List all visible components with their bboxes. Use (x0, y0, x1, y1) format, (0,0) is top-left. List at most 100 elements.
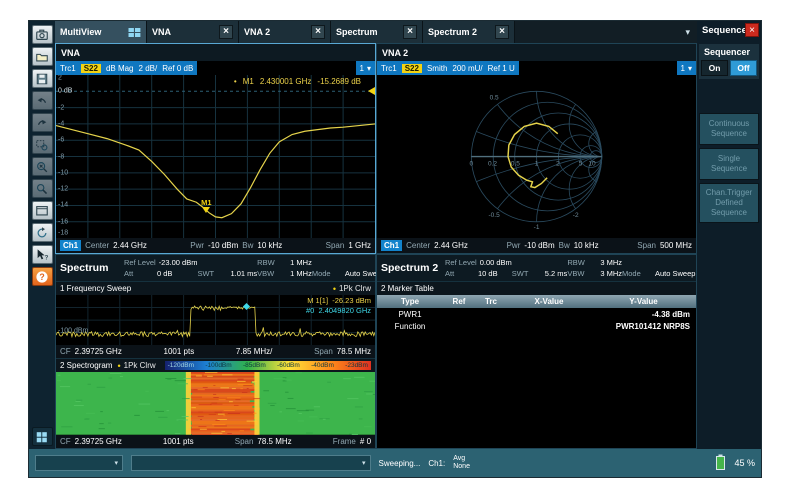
smith-label: 0.2 (488, 161, 497, 168)
span-value[interactable]: 78.5 MHz (337, 347, 371, 356)
y-tick: -2 (58, 104, 64, 111)
status-message-dropdown[interactable]: ▾ (131, 455, 371, 471)
y-tick: -4 (58, 120, 64, 127)
spectrogram-titlebar[interactable]: 2 Spectrogram • 1Pk Clrw -120dBm -100dBm… (56, 358, 375, 372)
help-icon[interactable]: ? (32, 267, 53, 286)
bandwidth-value[interactable]: 10 kHz (257, 241, 282, 250)
spectrum2-channel-header: Spectrum 2 Ref Level0.00 dBm RBW3 MHz At… (377, 255, 696, 281)
vna2-window-select[interactable]: 1 ▾ (677, 61, 696, 75)
subwindow-title: 2 Spectrogram (60, 361, 112, 370)
scale-per-div: 7.85 MHz/ (236, 347, 272, 356)
tab-spectrum2[interactable]: Spectrum 2 × (423, 21, 515, 43)
window-spectrum2[interactable]: Spectrum 2 Ref Level0.00 dBm RBW3 MHz At… (376, 254, 697, 449)
chevron-down-icon: ▾ (688, 64, 692, 73)
subwindow-title: 1 Frequency Sweep (60, 284, 131, 293)
sequencer-toggle-block: Sequencer On Off (699, 44, 759, 79)
att-value[interactable]: 0 dB (157, 269, 172, 278)
tab-vna2[interactable]: VNA 2 × (239, 21, 331, 43)
continuous-sequence-button[interactable]: Continuous Sequence (699, 113, 759, 145)
svg-text:?: ? (39, 271, 44, 281)
swt-value[interactable]: 5.2 ms (545, 269, 568, 278)
marker-table-titlebar[interactable]: 2 Marker Table (377, 281, 696, 295)
vna2-window-title: VNA 2 (377, 44, 696, 61)
frame-value[interactable]: # 0 (360, 437, 371, 446)
zoom-off-icon[interactable] (32, 157, 53, 176)
chan-trigger-defined-sequence-button[interactable]: Chan.Trigger Defined Sequence (699, 183, 759, 223)
vbw-value[interactable]: 3 MHz (600, 269, 622, 278)
table-row[interactable]: Function PWR101412 NRP8S (377, 320, 696, 332)
window-vna[interactable]: VNA Trc1 S22 dB Mag 2 dB/ Ref 0 dB 1 (55, 43, 376, 254)
ref-level-value[interactable]: -23.00 dBm (159, 258, 198, 267)
redo-icon[interactable] (32, 113, 53, 132)
spectrum-graph[interactable]: -100 dBm M 1[1] -26.23 dBm #0 2.4049820 … (56, 295, 375, 345)
svg-text:?: ? (45, 254, 49, 261)
marker-m1[interactable]: M1 (201, 199, 211, 214)
y-tick: -100 dBm (58, 328, 88, 335)
tab-close-icon[interactable]: × (311, 25, 325, 39)
display-config-icon[interactable] (32, 201, 53, 220)
table-row[interactable]: PWR1 -4.38 dBm (377, 308, 696, 320)
span-value[interactable]: 500 MHz (660, 241, 692, 250)
vna2-trace-header[interactable]: Trc1 S22 Smith 200 mU/ Ref 1 U (377, 61, 519, 75)
cf-value[interactable]: 2.39725 GHz (75, 437, 122, 446)
window-vna2[interactable]: VNA 2 Trc1 S22 Smith 200 mU/ Ref 1 U 1 (376, 43, 697, 254)
sequencer-on-button[interactable]: On (701, 60, 728, 76)
power-value[interactable]: -10 dBm (524, 241, 554, 250)
tab-vna[interactable]: VNA × (147, 21, 239, 43)
save-icon[interactable] (32, 69, 53, 88)
center-freq[interactable]: 2.44 GHz (113, 241, 147, 250)
points-value: 1001 pts (164, 347, 195, 356)
screenshot-camera-icon[interactable] (32, 25, 53, 44)
status-left-dropdown[interactable]: ▾ (35, 455, 123, 471)
bandwidth-value[interactable]: 10 kHz (574, 241, 599, 250)
spectrogram-graph[interactable] (56, 372, 375, 435)
tab-close-icon[interactable]: × (219, 25, 233, 39)
power-value[interactable]: -10 dBm (208, 241, 238, 250)
tab-overflow-button[interactable]: ▾ (678, 21, 697, 43)
windows-start-icon[interactable] (32, 427, 53, 446)
ref-level-arrow-icon[interactable] (368, 87, 375, 95)
ref-level-value[interactable]: 0.00 dBm (480, 258, 512, 267)
tab-multiview[interactable]: MultiView (55, 21, 147, 43)
trace-mode-badge: • 1Pk Clrw (117, 361, 155, 371)
vna-trace-header[interactable]: Trc1 S22 dB Mag 2 dB/ Ref 0 dB (56, 61, 197, 75)
undo-icon[interactable] (32, 91, 53, 110)
zoom-in-icon[interactable] (32, 179, 53, 198)
vna-window-select[interactable]: 1 ▾ (356, 61, 375, 75)
cf-value[interactable]: 2.39725 GHz (75, 347, 122, 356)
close-icon[interactable]: × (745, 23, 759, 37)
channel-chip[interactable]: Ch1 (60, 240, 81, 251)
single-sequence-button[interactable]: Single Sequence (699, 148, 759, 180)
rbw-value[interactable]: 3 MHz (600, 258, 622, 267)
vna-graph[interactable]: 2 0 dB -2 -4 -6 -8 -10 -12 -14 -16 -18 (56, 75, 375, 238)
open-file-icon[interactable] (32, 47, 53, 66)
sequencer-off-button[interactable]: Off (730, 60, 757, 76)
marker-dot-icon: • (234, 77, 237, 86)
sweep-mode-value[interactable]: Auto Sweep (655, 269, 695, 278)
preset-refresh-icon[interactable] (32, 223, 53, 242)
channel-title: Spectrum 2 (381, 262, 441, 274)
tab-close-icon[interactable]: × (495, 25, 509, 39)
frequency-sweep-titlebar[interactable]: 1 Frequency Sweep • 1Pk Clrw (56, 281, 375, 295)
tab-close-icon[interactable]: × (403, 25, 417, 39)
channel-tab-bar: MultiView VNA × VNA 2 × Spectrum × (55, 21, 697, 43)
window-spectrum[interactable]: Spectrum Ref Level-23.00 dBm RBW1 MHz At… (55, 254, 376, 449)
att-value[interactable]: 10 dB (478, 269, 498, 278)
trace-mode-badge: • 1Pk Clrw (333, 284, 371, 294)
instrument-window: ? ? MultiView VNA × (28, 20, 762, 478)
tab-spectrum[interactable]: Spectrum × (331, 21, 423, 43)
chevron-down-icon: ▾ (114, 459, 118, 467)
vbw-value[interactable]: 1 MHz (290, 269, 312, 278)
marker-table: Type Ref Trc X-Value Y-Value PWR1 -4.38 … (377, 295, 696, 332)
span-value[interactable]: 78.5 MHz (257, 437, 291, 446)
swt-value[interactable]: 1.01 ms (230, 269, 257, 278)
span-value[interactable]: 1 GHz (348, 241, 371, 250)
chevron-down-icon: ▾ (367, 64, 371, 73)
spectrum-footer: CF 2.39725 GHz 1001 pts 7.85 MHz/ Span 7… (56, 345, 375, 358)
zoom-area-icon[interactable] (32, 135, 53, 154)
center-freq[interactable]: 2.44 GHz (434, 241, 468, 250)
smith-chart[interactable]: 0.5 0 0.2 0.5 1 2 5 10 -0.5 -1 (377, 75, 696, 238)
context-help-pointer-icon[interactable]: ? (32, 245, 53, 264)
rbw-value[interactable]: 1 MHz (290, 258, 312, 267)
channel-chip[interactable]: Ch1 (381, 240, 402, 251)
